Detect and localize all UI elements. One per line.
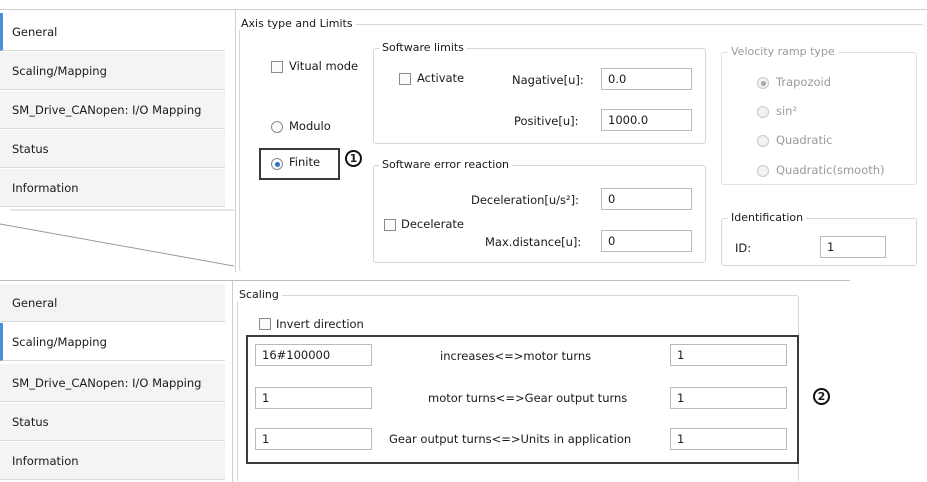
velocity-ramp-title: Velocity ramp type (728, 45, 838, 58)
software-limits-title: Software limits (379, 41, 467, 54)
scaling-row2-label: motor turns<=>Gear output turns (428, 391, 628, 405)
decelerate-checkbox[interactable] (384, 219, 396, 231)
scaling-title: Scaling (236, 288, 282, 301)
virtual-mode-checkbox[interactable] (271, 61, 283, 73)
deceleration-label: Deceleration[u/s²]: (471, 193, 580, 207)
finite-label: Finite (289, 155, 321, 169)
id-label: ID: (735, 241, 752, 255)
deceleration-input[interactable] (601, 188, 692, 210)
ramp-quadratic-smooth-radio[interactable] (757, 165, 769, 177)
scaling-row1-label: increases<=>motor turns (440, 349, 592, 363)
virtual-mode-label: Vitual mode (289, 59, 359, 73)
ramp-quadratic-radio[interactable] (757, 135, 769, 147)
scaling-row2-left-input[interactable] (255, 387, 372, 409)
invert-direction-label: Invert direction (276, 317, 364, 331)
tab-scaling-mapping[interactable]: Scaling/Mapping (0, 52, 225, 90)
scaling-row3-right-input[interactable] (670, 428, 787, 450)
bottom-tab-column: General Scaling/Mapping SM_Drive_CANopen… (0, 281, 233, 482)
callout-badge-1: 1 (345, 150, 362, 167)
tab-information-2[interactable]: Information (0, 442, 225, 480)
id-input[interactable] (820, 236, 886, 258)
top-tab-column: General Scaling/Mapping SM_Drive_CANopen… (0, 10, 236, 272)
tab-io-mapping[interactable]: SM_Drive_CANopen: I/O Mapping (0, 91, 225, 129)
bottom-panel: General Scaling/Mapping SM_Drive_CANopen… (0, 278, 927, 482)
ramp-trapozoid-radio[interactable] (757, 77, 769, 89)
tab-io-mapping-2[interactable]: SM_Drive_CANopen: I/O Mapping (0, 364, 225, 402)
scaling-row2-right-input[interactable] (670, 387, 787, 409)
axis-group-title: Axis type and Limits (238, 17, 356, 30)
tab-status-2[interactable]: Status (0, 403, 225, 441)
max-distance-label: Max.distance[u]: (485, 235, 582, 249)
finite-radio[interactable] (271, 158, 283, 170)
tab-status[interactable]: Status (0, 130, 225, 168)
callout-badge-2: 2 (813, 388, 830, 405)
scaling-row1-left-input[interactable] (255, 344, 372, 366)
max-distance-input[interactable] (601, 230, 692, 252)
scaling-row1-right-input[interactable] (670, 344, 787, 366)
ramp-trapozoid-label: Trapozoid (776, 75, 832, 89)
top-panel: General Scaling/Mapping SM_Drive_CANopen… (0, 0, 927, 272)
tab-scaling-mapping-2[interactable]: Scaling/Mapping (0, 323, 225, 361)
ramp-sin2-radio[interactable] (757, 106, 769, 118)
positive-label: Positive[u]: (514, 114, 579, 128)
negative-input[interactable] (601, 68, 692, 90)
ramp-sin2-label: sin² (776, 104, 798, 118)
ramp-quadratic-label: Quadratic (776, 133, 833, 147)
invert-direction-checkbox[interactable] (259, 318, 271, 330)
software-error-title: Software error reaction (379, 158, 513, 171)
activate-checkbox[interactable] (399, 73, 411, 85)
tab-information[interactable]: Information (0, 169, 225, 207)
scaling-row3-label: Gear output turns<=>Units in application (389, 432, 632, 446)
identification-title: Identification (728, 211, 807, 224)
tab-general[interactable]: General (0, 13, 225, 51)
activate-label: Activate (417, 71, 465, 85)
positive-input[interactable] (601, 109, 692, 131)
tab-perspective-lines (0, 209, 235, 267)
modulo-label: Modulo (289, 119, 331, 133)
decelerate-label: Decelerate (401, 217, 464, 231)
modulo-radio[interactable] (271, 121, 283, 133)
scaling-row3-left-input[interactable] (255, 428, 372, 450)
tab-general-2[interactable]: General (0, 284, 225, 322)
negative-label: Nagative[u]: (512, 73, 584, 87)
ramp-quadratic-smooth-label: Quadratic(smooth) (776, 163, 885, 177)
